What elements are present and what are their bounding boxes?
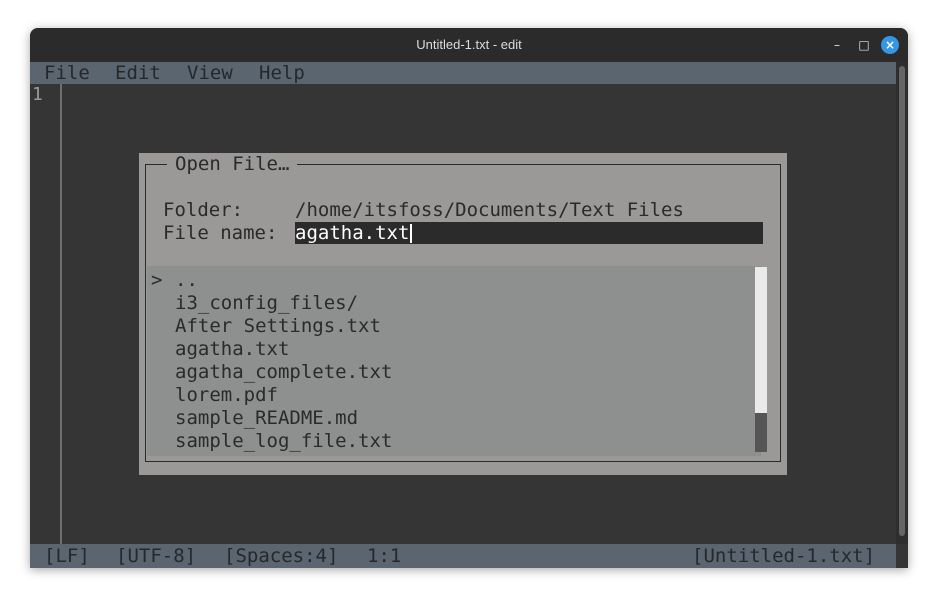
dialog-title: Open File… [167,153,298,175]
status-filename: [Untitled-1.txt] [692,545,876,567]
minimize-button[interactable]: – [828,36,846,54]
window-title: Untitled-1.txt - edit [416,37,522,52]
file-list[interactable]: > .. i3_config_files/ After Settings.txt… [147,266,761,456]
folder-label: Folder: [163,199,244,221]
list-item[interactable]: lorem.pdf [175,384,278,407]
list-item[interactable]: agatha_complete.txt [175,361,392,384]
text-cursor [410,224,412,243]
filename-input[interactable]: agatha.txt [295,222,763,244]
menu-file[interactable]: File [44,62,90,84]
list-item[interactable]: sample_README.md [175,407,358,430]
gutter-divider [60,84,62,544]
list-item[interactable]: sample_log_file.txt [175,430,392,453]
list-item[interactable]: i3_config_files/ [175,292,358,315]
editor-scrollbar[interactable] [896,62,908,544]
menu-view[interactable]: View [187,62,233,84]
menu-help[interactable]: Help [259,62,305,84]
close-button[interactable]: × [881,36,899,54]
status-indent[interactable]: [Spaces:4] [224,544,338,568]
status-position[interactable]: 1:1 [367,544,401,568]
maximize-button[interactable]: □ [855,36,873,54]
filename-input-text: agatha.txt [295,222,410,244]
status-bar: [LF] [UTF-8] [Spaces:4] 1:1 [Untitled-1.… [30,544,896,568]
status-encoding[interactable]: [UTF-8] [116,544,196,568]
line-number: 1 [32,84,43,105]
file-list-scrollbar[interactable] [755,267,767,452]
menu-edit[interactable]: Edit [115,62,161,84]
list-item-parent-dir[interactable]: .. [175,269,198,292]
folder-path: /home/itsfoss/Documents/Text Files [295,199,684,221]
file-list-scrollbar-thumb[interactable] [755,413,767,452]
filename-label: File name: [163,222,278,244]
open-file-dialog: Open File… Folder: /home/itsfoss/Documen… [139,153,787,475]
status-line-ending[interactable]: [LF] [44,544,90,568]
title-bar[interactable]: Untitled-1.txt - edit – □ × [30,28,908,62]
list-item[interactable]: After Settings.txt [175,315,381,338]
list-item[interactable]: agatha.txt [175,338,289,361]
editor-scrollbar-thumb[interactable] [899,66,905,536]
selection-marker: > [151,269,163,291]
menu-bar: File Edit View Help [30,62,896,84]
